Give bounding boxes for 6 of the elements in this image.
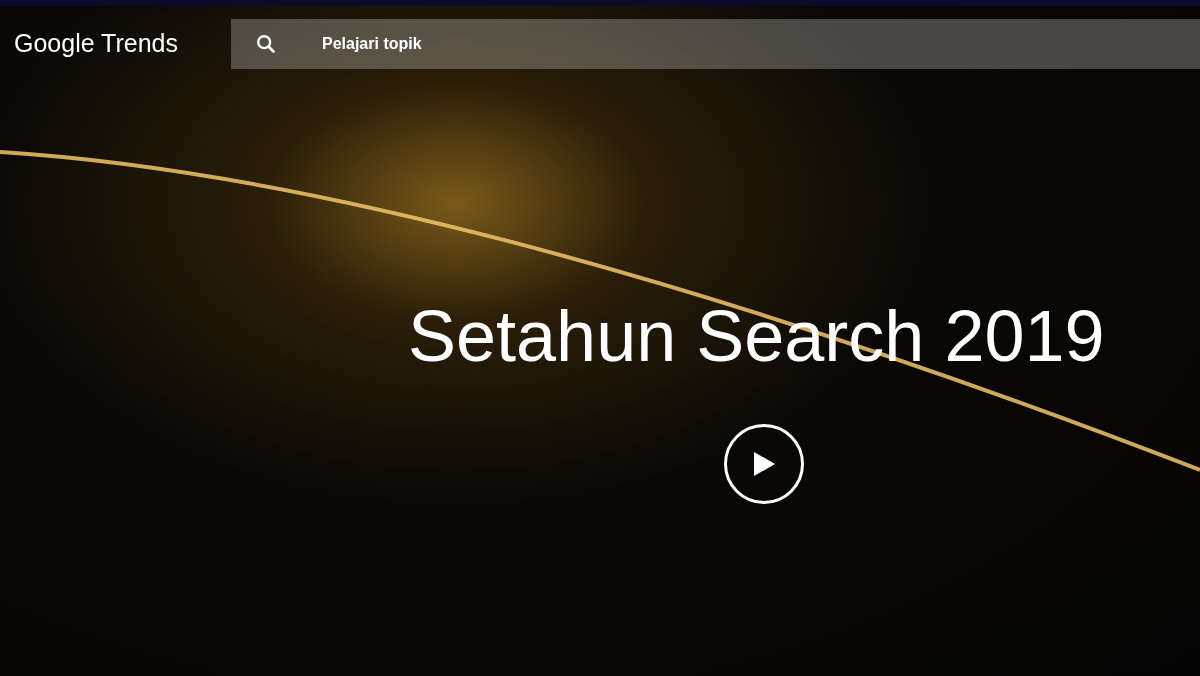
play-button[interactable] — [724, 424, 804, 504]
search-icon — [255, 33, 277, 55]
search-field[interactable]: Pelajari topik — [231, 19, 1200, 69]
logo[interactable]: Google Trends — [0, 25, 231, 63]
search-input[interactable]: Pelajari topik — [322, 32, 1200, 56]
play-icon — [752, 451, 776, 477]
